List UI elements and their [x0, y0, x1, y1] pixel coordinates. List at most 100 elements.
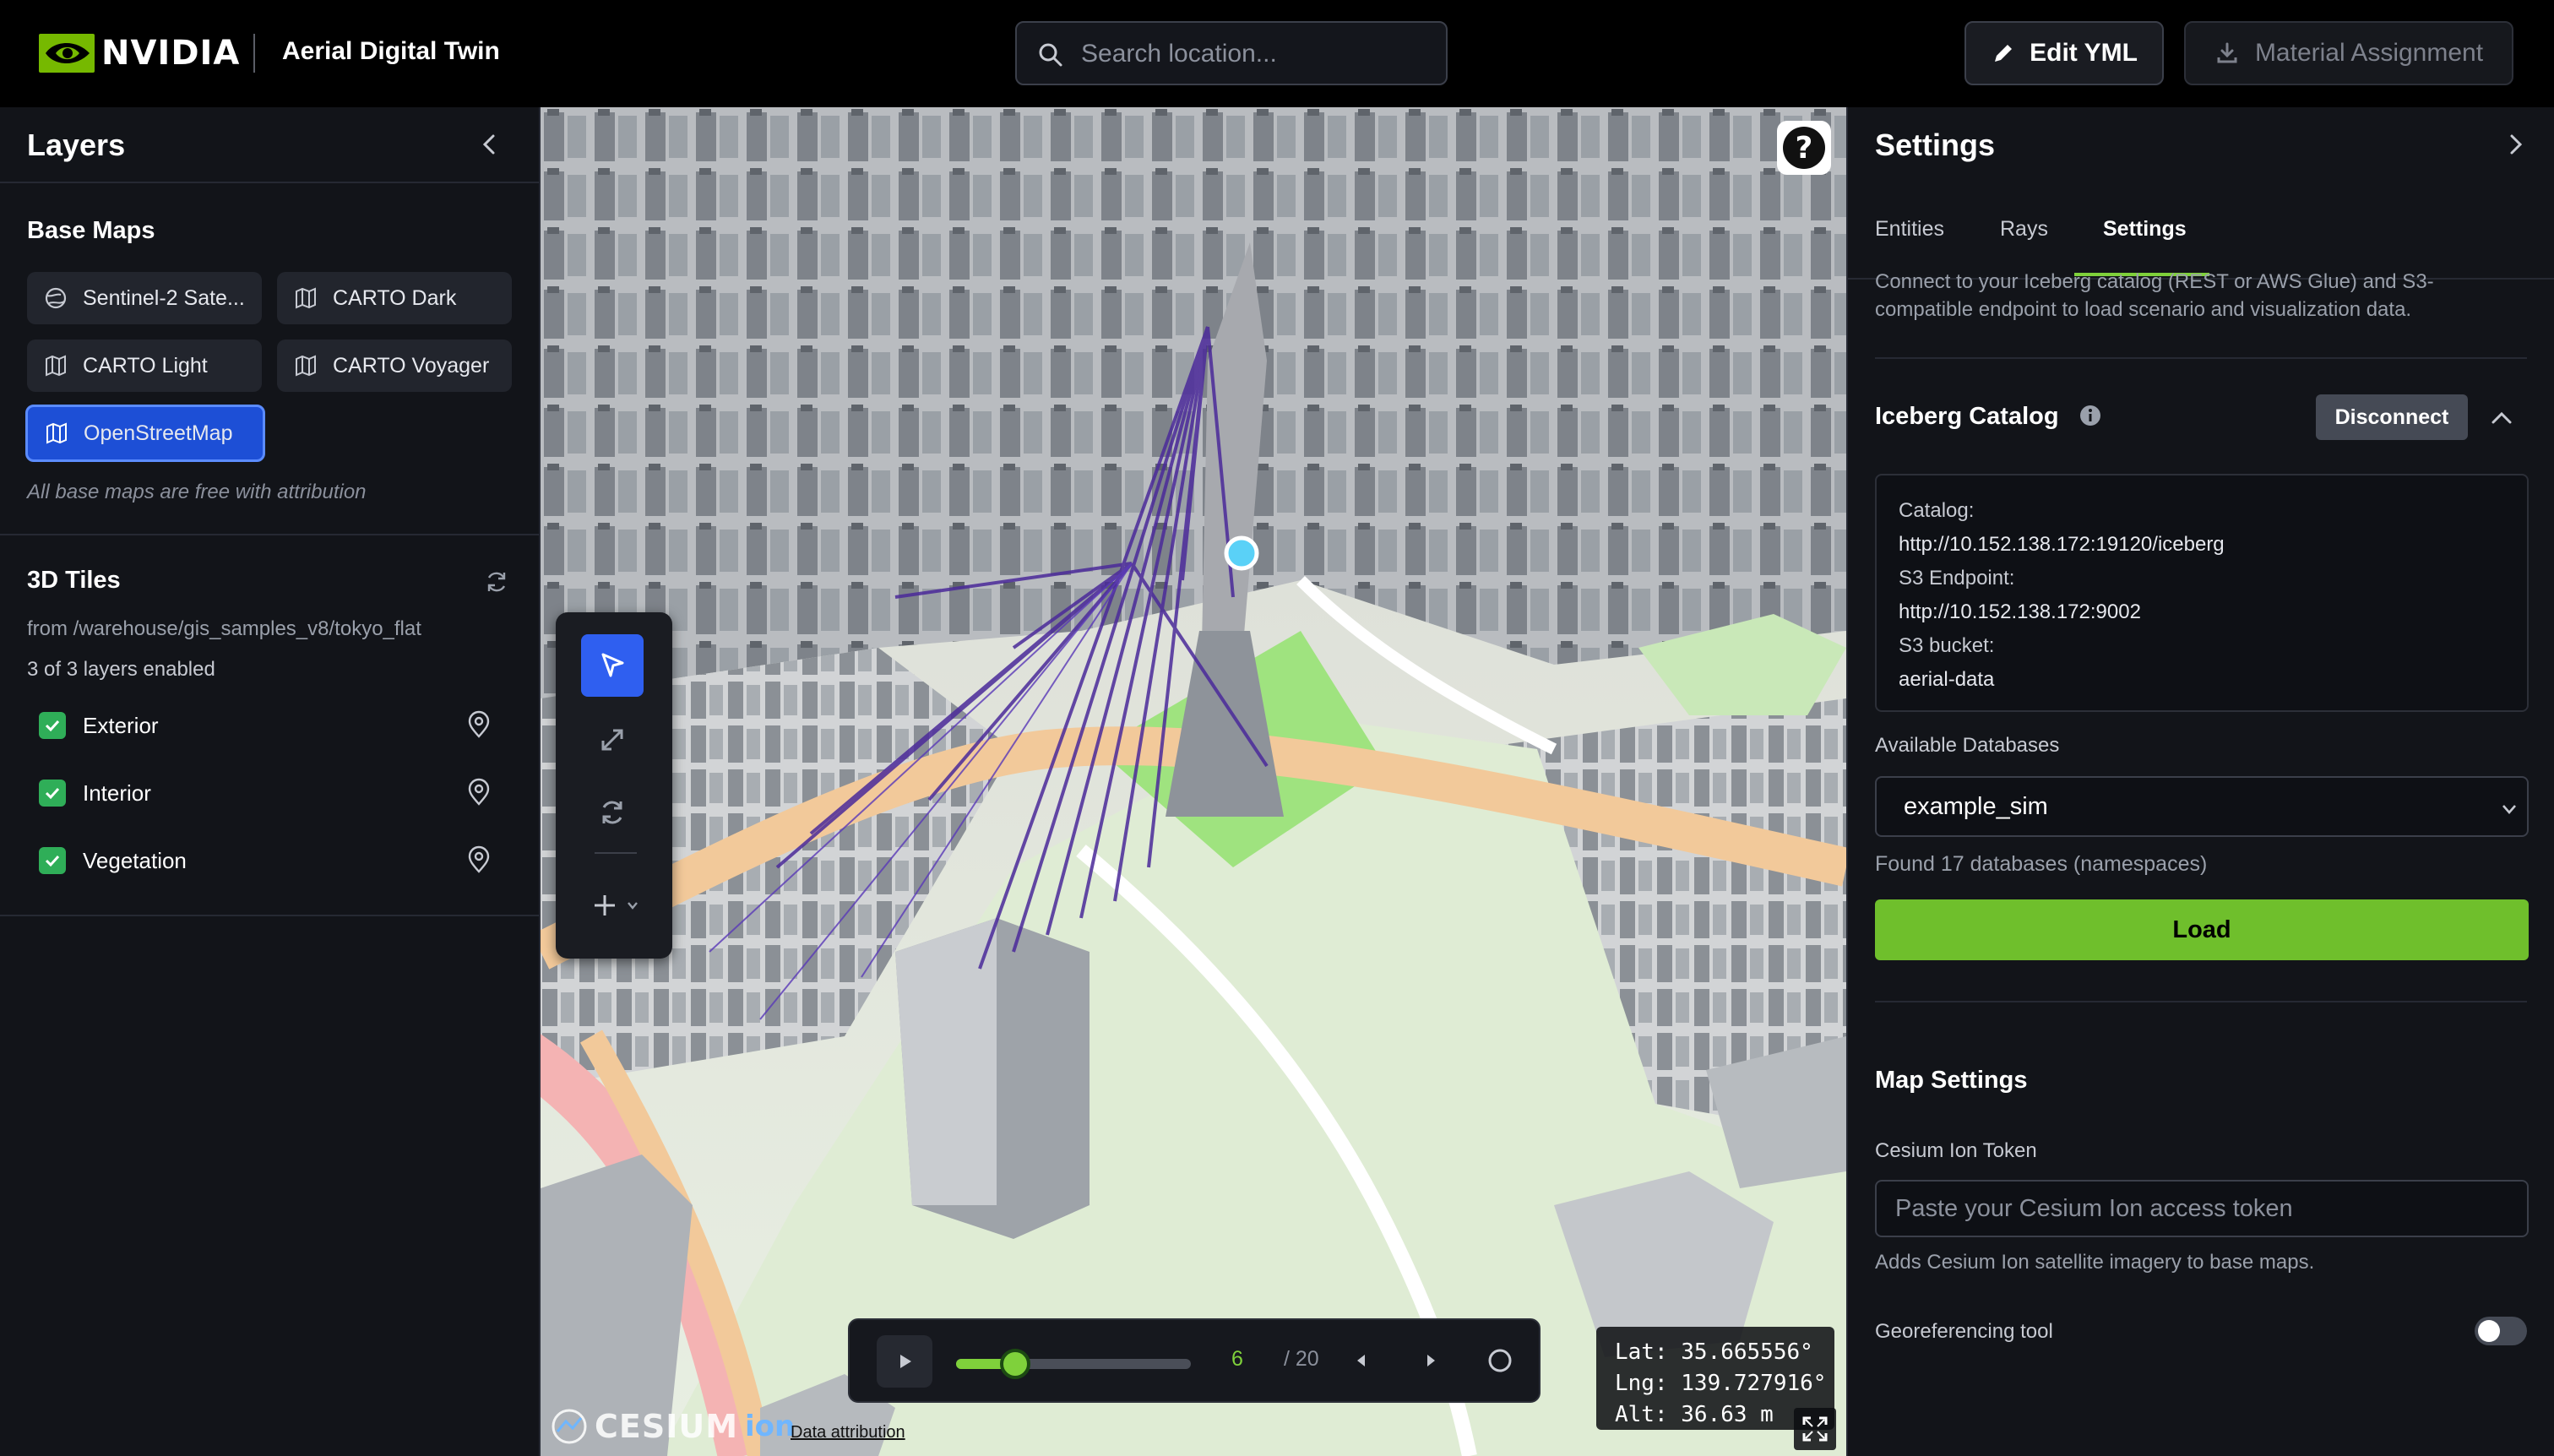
basemap-label: Sentinel-2 Sate...: [83, 285, 245, 310]
tab-settings[interactable]: Settings: [2103, 217, 2187, 242]
database-selected-value: example_sim: [1904, 793, 2048, 820]
basemap-carto-voyager[interactable]: CARTO Voyager: [277, 340, 512, 392]
basemap-sentinel[interactable]: Sentinel-2 Sate...: [27, 272, 262, 324]
rotate-tool-button[interactable]: [581, 781, 644, 844]
checkmark-icon: [45, 855, 60, 867]
settings-description: Connect to your Iceberg catalog (REST or…: [1875, 270, 2434, 321]
3d-tiles-title: 3D Tiles: [27, 567, 121, 594]
add-tool-button[interactable]: [578, 874, 654, 937]
catalog-label: Catalog:: [1899, 499, 1975, 522]
basemap-openstreetmap[interactable]: OpenStreetMap: [25, 405, 265, 462]
material-assignment-button[interactable]: Material Assignment: [2184, 21, 2513, 85]
cesium-wordmark: CESIUM: [595, 1408, 739, 1445]
cesium-token-hint: Adds Cesium Ion satellite imagery to bas…: [1875, 1251, 2315, 1274]
select-tool-button[interactable]: [581, 634, 644, 697]
database-select[interactable]: example_sim: [1875, 776, 2529, 837]
download-icon: [2217, 42, 2237, 63]
toggle-knob: [2478, 1320, 2500, 1342]
expand-tool-button[interactable]: [581, 709, 644, 771]
timeline-current: 6: [1231, 1347, 1243, 1371]
timeline-slider[interactable]: [956, 1359, 1191, 1369]
info-icon[interactable]: [2078, 403, 2103, 428]
help-button[interactable]: ?: [1777, 121, 1831, 175]
map-viewport[interactable]: ? 6 / 20 Lat: 35.665556° Lng: 139.727916…: [541, 107, 1846, 1456]
circle-icon: [1488, 1349, 1512, 1372]
search-box[interactable]: [1015, 21, 1448, 85]
basemap-carto-light[interactable]: CARTO Light: [27, 340, 262, 392]
tab-rays[interactable]: Rays: [2000, 217, 2048, 242]
location-pin-icon[interactable]: [465, 778, 493, 807]
databases-found-text: Found 17 databases (namespaces): [1875, 852, 2208, 876]
timeline-player: 6 / 20: [848, 1318, 1541, 1403]
nvidia-eye-icon: [39, 34, 95, 73]
location-pin-icon[interactable]: [465, 710, 493, 739]
search-icon: [1039, 43, 1062, 67]
settings-title: Settings: [1875, 128, 1996, 162]
play-button[interactable]: [877, 1335, 932, 1388]
checkmark-icon: [45, 720, 60, 732]
basemap-label: OpenStreetMap: [84, 421, 233, 445]
globe-icon: [45, 287, 67, 309]
cursor-arrow-icon: [601, 653, 624, 677]
map-toolbar: [556, 612, 672, 959]
help-icon: ?: [1783, 127, 1825, 169]
section-divider: [1875, 357, 2527, 359]
chevron-up-icon[interactable]: [2488, 405, 2515, 432]
basemap-label: CARTO Voyager: [333, 353, 490, 378]
map-icon: [46, 355, 66, 377]
data-attribution-link[interactable]: Data attribution: [791, 1423, 905, 1442]
basemap-carto-dark[interactable]: CARTO Dark: [277, 272, 512, 324]
cesium-ion-logo[interactable]: CESIUM ion: [551, 1408, 795, 1445]
layers-title: Layers: [27, 128, 126, 162]
tab-entities[interactable]: Entities: [1875, 217, 1944, 242]
s3-bucket-value: aerial-data: [1899, 668, 1995, 691]
step-forward-button[interactable]: [1407, 1337, 1454, 1384]
location-pin-icon[interactable]: [465, 845, 493, 874]
layer-row-exterior[interactable]: Exterior: [39, 709, 495, 742]
layer-label: Interior: [83, 780, 151, 806]
layer-checkbox[interactable]: [39, 780, 66, 807]
layer-label: Exterior: [83, 712, 159, 738]
search-input[interactable]: [1081, 33, 1436, 75]
s3-bucket-label: S3 bucket:: [1899, 634, 1995, 657]
layer-row-vegetation[interactable]: Vegetation: [39, 844, 495, 877]
longitude-readout: Lng: 139.727916°: [1615, 1371, 1827, 1396]
step-back-button[interactable]: [1338, 1337, 1385, 1384]
3d-tiles-source: from /warehouse/gis_samples_v8/tokyo_fla…: [27, 617, 421, 640]
available-databases-label: Available Databases: [1875, 734, 2060, 757]
chevron-right-icon[interactable]: [2498, 128, 2532, 161]
map-icon: [296, 355, 316, 377]
load-button[interactable]: Load: [1875, 899, 2529, 960]
layer-row-interior[interactable]: Interior: [39, 776, 495, 810]
chevron-down-icon: [628, 902, 638, 910]
cesium-token-input[interactable]: [1875, 1180, 2529, 1237]
edit-yml-label: Edit YML: [2030, 39, 2138, 67]
layer-checkbox[interactable]: [39, 712, 66, 739]
edit-yml-button[interactable]: Edit YML: [1964, 21, 2164, 85]
record-button[interactable]: [1476, 1337, 1524, 1384]
layer-checkbox[interactable]: [39, 847, 66, 874]
caret-left-icon: [1357, 1355, 1365, 1366]
cesium-logo-icon: [552, 1409, 587, 1444]
toolbar-separator: [595, 852, 637, 854]
timeline-handle[interactable]: [999, 1349, 1030, 1379]
connection-info-box: Catalog: http://10.152.138.172:19120/ice…: [1875, 474, 2529, 712]
disconnect-button[interactable]: Disconnect: [2316, 394, 2468, 440]
chevron-left-icon[interactable]: [473, 128, 507, 161]
nvidia-logo[interactable]: NVIDIA: [39, 34, 240, 73]
top-bar: NVIDIA Aerial Digital Twin Edit YML Mate…: [0, 0, 2554, 107]
cesium-token-label: Cesium Ion Token: [1875, 1139, 2037, 1162]
refresh-icon[interactable]: [483, 568, 510, 595]
checkmark-icon: [45, 787, 60, 800]
latitude-readout: Lat: 35.665556°: [1615, 1339, 1813, 1365]
3d-city-map[interactable]: [541, 107, 1846, 1456]
fullscreen-icon: [1802, 1416, 1828, 1442]
fullscreen-button[interactable]: [1794, 1408, 1836, 1450]
georeferencing-toggle[interactable]: [2475, 1317, 2527, 1345]
layers-panel: Layers Base Maps Sentinel-2 Sate... CART…: [0, 107, 541, 1456]
layer-label: Vegetation: [83, 847, 187, 873]
section-divider: [0, 534, 539, 535]
base-maps-note: All base maps are free with attribution: [27, 481, 367, 503]
map-settings-title: Map Settings: [1875, 1067, 2028, 1094]
basemap-label: CARTO Light: [83, 353, 208, 378]
